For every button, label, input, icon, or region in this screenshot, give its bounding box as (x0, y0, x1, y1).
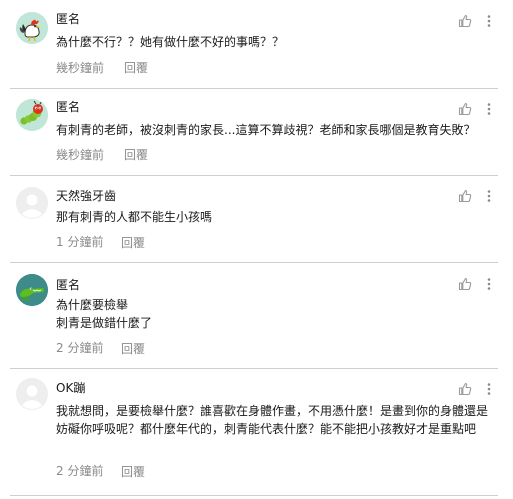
comment-item: 天然強牙齒 那有刺青的人都不能生小孩嗎 1 分鐘前 回覆 (0, 177, 513, 263)
more-options-icon[interactable] (485, 381, 493, 395)
comment-list: 匿名 為什麼不行？？她有做什麼不好的事嗎？？ 幾秒鐘前 回覆 匿名 有刺青的老師… (0, 0, 513, 499)
reply-button[interactable]: 回覆 (124, 148, 148, 162)
default-avatar-icon[interactable] (16, 378, 48, 410)
reply-button[interactable]: 回覆 (121, 342, 145, 356)
reply-button[interactable]: 回覆 (124, 61, 148, 75)
comment-time: 幾秒鐘前 (56, 148, 105, 162)
reply-button[interactable]: 回覆 (121, 236, 145, 250)
comment-time: 幾秒鐘前 (56, 61, 105, 75)
reply-button[interactable]: 回覆 (121, 465, 145, 479)
comment-item: 匿名 為什麼不行？？她有做什麼不好的事嗎？？ 幾秒鐘前 回覆 (0, 0, 513, 90)
comment-text: 我就想問，是要檢舉什麼？誰喜歡在身體作畫，不用憑什麼！是畫到你的身體還是妨礙你呼… (56, 404, 489, 436)
comment-author[interactable]: 匿名 (56, 278, 80, 292)
divider (10, 495, 498, 496)
more-options-icon[interactable] (485, 13, 493, 27)
divider (10, 368, 498, 369)
comment-author[interactable]: OK蹦 (56, 381, 85, 395)
more-options-icon[interactable] (485, 188, 493, 202)
comment-text: 為什麼不行？？她有做什麼不好的事嗎？？ (56, 35, 285, 49)
crocodile-icon[interactable] (16, 274, 48, 306)
thumbs-up-icon[interactable] (458, 381, 472, 396)
more-options-icon[interactable] (485, 101, 493, 115)
comment-time: 2 分鐘前 (56, 341, 104, 355)
comment-author[interactable]: 匿名 (56, 12, 80, 26)
default-avatar-icon[interactable] (16, 187, 48, 219)
thumbs-up-icon[interactable] (458, 101, 472, 116)
divider (10, 88, 498, 89)
divider (10, 175, 498, 176)
thumbs-up-icon[interactable] (458, 13, 472, 28)
comment-item: 匿名 有刺青的老師，被沒刺青的家長...這算不算歧視？老師和家長哪個是教育失敗？… (0, 90, 513, 176)
more-options-icon[interactable] (485, 276, 493, 290)
comment-author[interactable]: 天然強牙齒 (56, 189, 116, 203)
thumbs-up-icon[interactable] (458, 188, 472, 203)
comment-text: 有刺青的老師，被沒刺青的家長...這算不算歧視？老師和家長哪個是教育失敗？ (56, 123, 476, 137)
rooster-icon[interactable] (16, 12, 48, 44)
comment-item: OK蹦 我就想問，是要檢舉什麼？誰喜歡在身體作畫，不用憑什麼！是畫到你的身體還是… (0, 370, 513, 496)
comment-text: 那有刺青的人都不能生小孩嗎 (56, 210, 213, 224)
comment-item: 匿名 為什麼要檢舉 刺青是做錯什麼了 2 分鐘前 回覆 (0, 264, 513, 368)
comment-author[interactable]: 匿名 (56, 100, 80, 114)
divider (10, 262, 498, 263)
comment-time: 2 分鐘前 (56, 464, 104, 478)
comment-text: 為什麼要檢舉 刺青是做錯什麼了 (56, 298, 153, 330)
thumbs-up-icon[interactable] (458, 276, 472, 291)
comment-time: 1 分鐘前 (56, 235, 104, 249)
caterpillar-icon[interactable] (16, 99, 48, 131)
